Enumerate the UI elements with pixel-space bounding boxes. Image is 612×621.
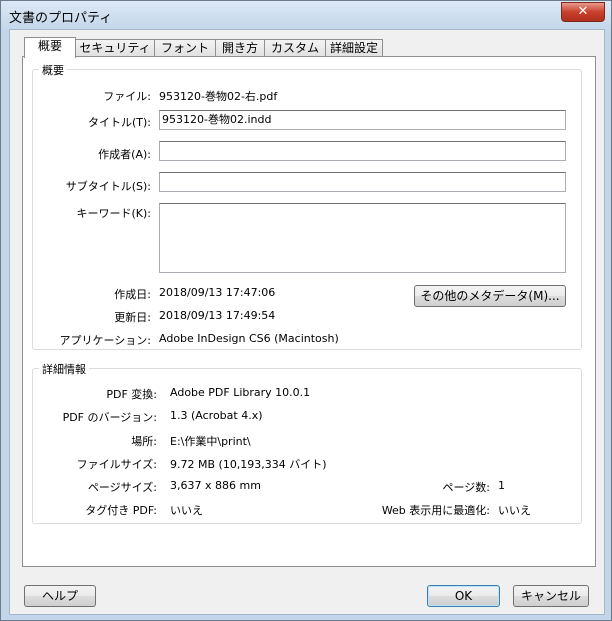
file-value: 953120-巻物02-右.pdf	[159, 90, 278, 103]
summary-group-title: 概要	[39, 62, 67, 78]
file-size-value: 9.72 MB (10,193,334 バイト)	[170, 458, 327, 471]
summary-group: 概要 ファイル: 953120-巻物02-右.pdf タイトル(T): 9531…	[32, 62, 582, 350]
cancel-button[interactable]: キャンセル	[513, 585, 589, 607]
details-group: 詳細情報 PDF 変換: Adobe PDF Library 10.0.1 PD…	[32, 361, 582, 524]
dialog-body: 概要 セキュリティ フォント 開き方 カスタム 詳細設定 概要 ファイル: 95…	[9, 29, 605, 615]
author-label: 作成者(A):	[98, 148, 151, 161]
details-group-title: 詳細情報	[39, 361, 89, 377]
keywords-label: キーワード(K):	[76, 207, 151, 220]
tagged-pdf-label: タグ付き PDF:	[85, 504, 157, 517]
producer-value: Adobe PDF Library 10.0.1	[170, 386, 311, 399]
page-count-label: ページ数:	[442, 481, 491, 494]
document-properties-dialog: 文書のプロパティ ✕ 概要 セキュリティ フォント 開き方 カスタム 詳細設定 …	[0, 0, 612, 621]
fast-web-view-value: いいえ	[498, 504, 531, 517]
author-field[interactable]	[159, 141, 566, 161]
tagged-pdf-value: いいえ	[170, 504, 203, 517]
location-value: E:\作業中\print\	[170, 435, 251, 448]
tab-fonts[interactable]: フォント	[154, 39, 216, 57]
created-label: 作成日:	[114, 288, 151, 301]
tab-advanced[interactable]: 詳細設定	[325, 39, 383, 57]
subject-field[interactable]	[159, 172, 566, 192]
close-icon[interactable]: ✕	[561, 2, 605, 22]
created-value: 2018/09/13 17:47:06	[159, 286, 276, 299]
modified-label: 更新日:	[114, 311, 151, 324]
tab-summary[interactable]: 概要	[24, 37, 76, 58]
page-size-label: ページサイズ:	[87, 481, 157, 494]
location-label: 場所:	[131, 435, 157, 448]
pdf-version-label: PDF のバージョン:	[62, 411, 157, 424]
title-bar[interactable]: 文書のプロパティ ✕	[1, 1, 611, 29]
tab-initial-view[interactable]: 開き方	[215, 39, 265, 57]
page-size-value: 3,637 x 886 mm	[170, 479, 261, 492]
page-count-value: 1	[498, 479, 505, 492]
keywords-field[interactable]	[159, 203, 566, 273]
ok-button[interactable]: OK	[427, 585, 500, 607]
title-label: タイトル(T):	[87, 116, 151, 129]
tab-custom[interactable]: カスタム	[264, 39, 326, 57]
file-size-label: ファイルサイズ:	[76, 458, 157, 471]
tab-security[interactable]: セキュリティ	[75, 39, 155, 57]
fast-web-view-label: Web 表示用に最適化:	[381, 504, 490, 517]
file-label: ファイル:	[103, 90, 151, 103]
application-value: Adobe InDesign CS6 (Macintosh)	[159, 332, 339, 345]
subject-label: サブタイトル(S):	[65, 180, 151, 193]
producer-label: PDF 変換:	[106, 388, 157, 401]
summary-panel: 概要 ファイル: 953120-巻物02-右.pdf タイトル(T): 9531…	[22, 56, 596, 567]
window-title: 文書のプロパティ	[9, 11, 113, 26]
title-field[interactable]: 953120-巻物02.indd	[159, 110, 566, 130]
application-label: アプリケーション:	[59, 334, 152, 347]
help-button[interactable]: ヘルプ	[24, 585, 96, 607]
modified-value: 2018/09/13 17:49:54	[159, 309, 276, 322]
more-metadata-button[interactable]: その他のメタデータ(M)...	[414, 285, 566, 307]
pdf-version-value: 1.3 (Acrobat 4.x)	[170, 409, 263, 422]
